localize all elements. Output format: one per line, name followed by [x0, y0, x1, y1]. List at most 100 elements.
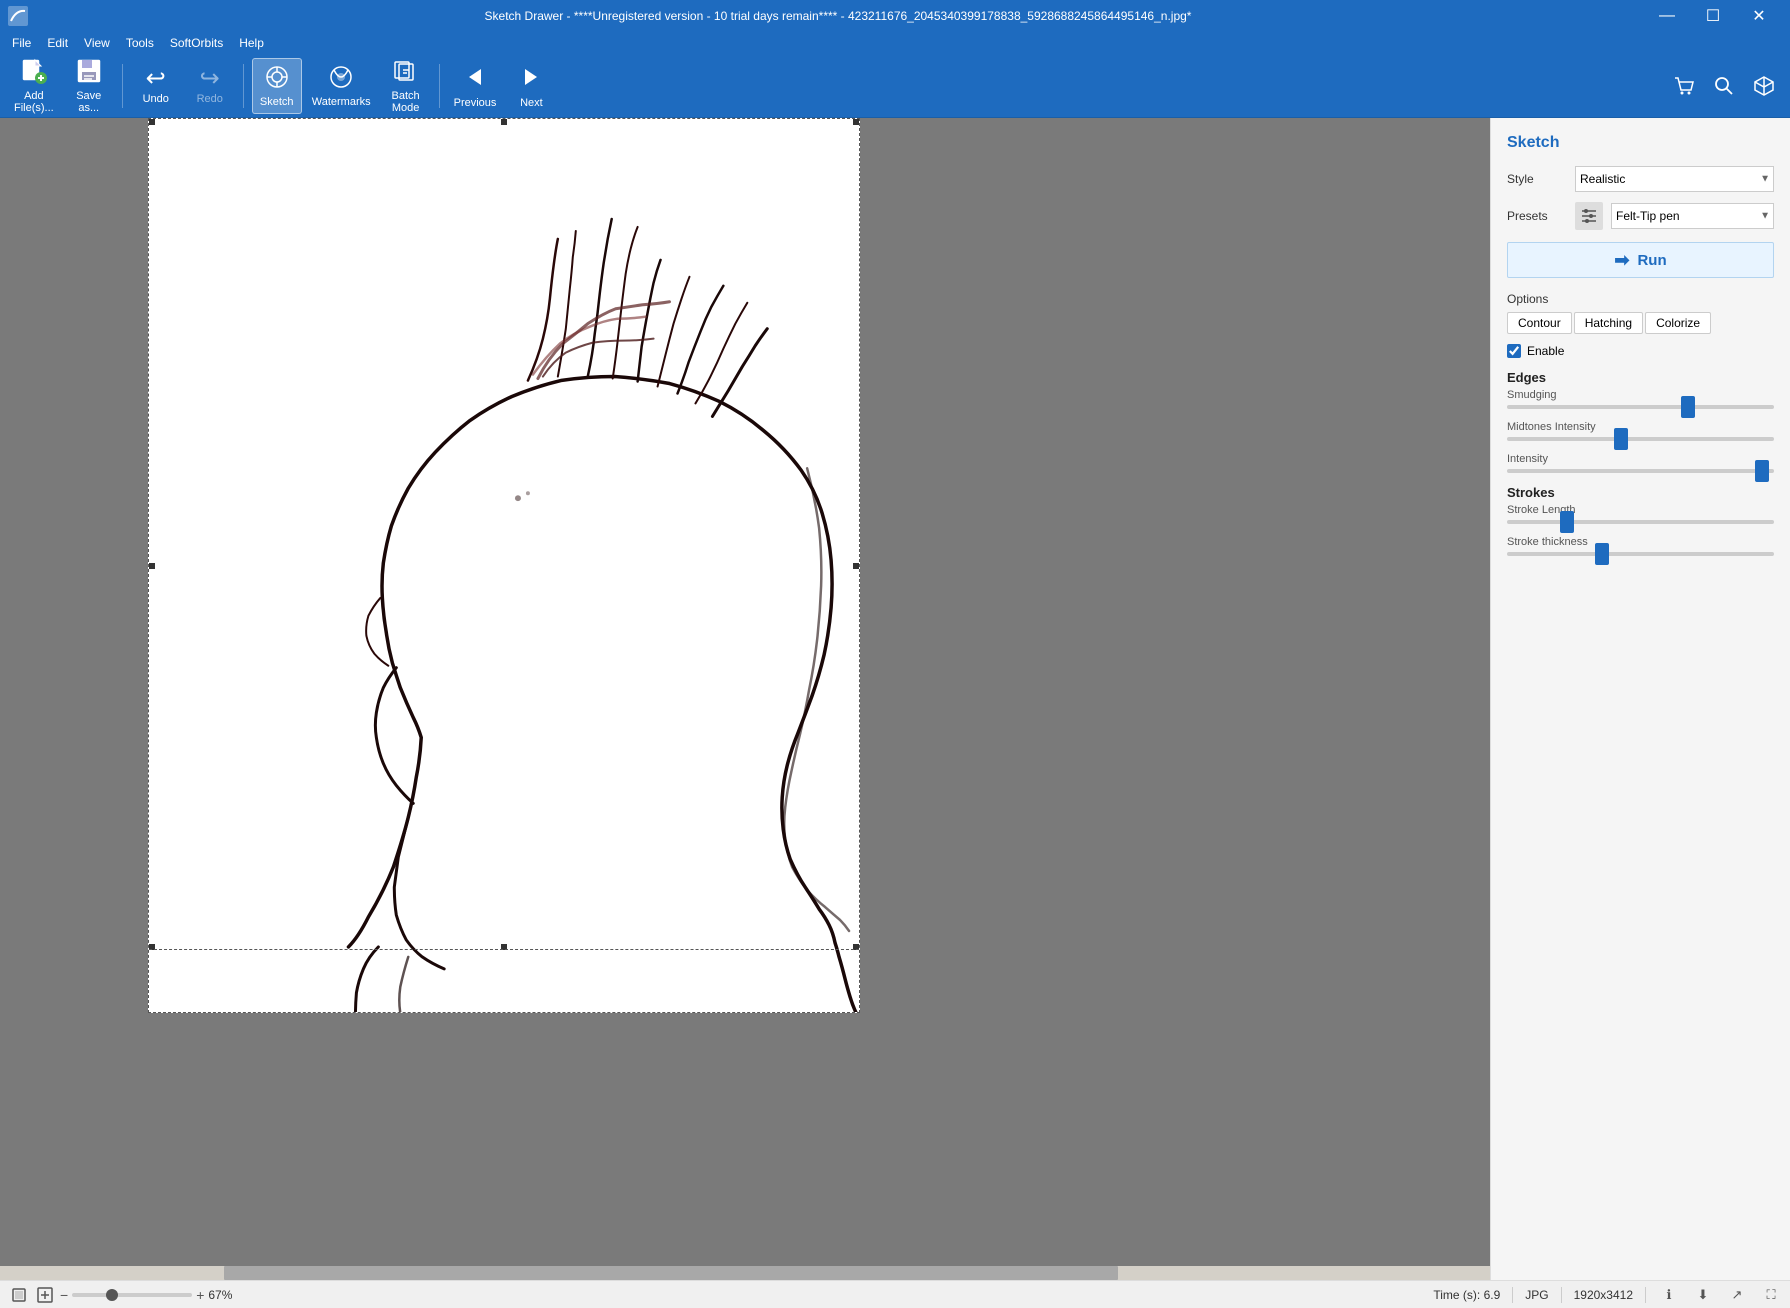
tab-colorize[interactable]: Colorize [1645, 312, 1711, 334]
save-as-label: Save as... [76, 90, 101, 114]
presets-select-wrapper: Felt-Tip pen ▼ [1611, 203, 1774, 229]
redo-button[interactable]: ↪ Redo [185, 58, 235, 114]
toolbar-right-icons [1666, 68, 1782, 104]
zoom-plus-button[interactable]: + [196, 1287, 204, 1303]
undo-button[interactable]: ↩ Undo [131, 58, 181, 114]
cart-icon-button[interactable] [1666, 68, 1702, 104]
style-label: Style [1507, 172, 1567, 186]
style-select[interactable]: Realistic [1575, 166, 1774, 192]
menu-file[interactable]: File [4, 34, 39, 52]
smudging-slider[interactable] [1507, 405, 1774, 409]
menu-help[interactable]: Help [231, 34, 272, 52]
handle-tc[interactable] [501, 119, 507, 125]
h-scroll-thumb[interactable] [224, 1266, 1118, 1280]
watermarks-button[interactable]: Watermarks [306, 58, 377, 114]
zoom-percentage: 67% [208, 1288, 232, 1302]
smudging-thumb[interactable] [1681, 396, 1695, 418]
intensity-slider[interactable] [1507, 469, 1774, 473]
stroke-length-thumb[interactable] [1560, 511, 1574, 533]
handle-ml[interactable] [149, 563, 155, 569]
share-icon-button[interactable]: ↗ [1726, 1284, 1748, 1306]
presets-adjust-icon[interactable] [1575, 202, 1603, 230]
actual-size-button[interactable] [34, 1284, 56, 1306]
fit-icon-button[interactable] [8, 1284, 30, 1306]
menu-tools[interactable]: Tools [118, 34, 162, 52]
menu-softorbits[interactable]: SoftOrbits [162, 34, 231, 52]
sketch-button[interactable]: Sketch [252, 58, 302, 114]
toolbar-separator-3 [439, 64, 440, 108]
selection-bottom-line [149, 949, 859, 950]
zoom-bar[interactable] [72, 1293, 192, 1297]
status-sep-2 [1561, 1287, 1562, 1303]
menubar: File Edit View Tools SoftOrbits Help [0, 32, 1790, 54]
3d-box-icon-button[interactable] [1746, 68, 1782, 104]
close-button[interactable]: ✕ [1736, 0, 1782, 32]
watermarks-label: Watermarks [312, 96, 371, 108]
previous-icon [461, 63, 489, 95]
stroke-thickness-slider-row: Stroke thickness [1507, 536, 1774, 556]
stroke-length-slider-row: Stroke Length [1507, 504, 1774, 524]
intensity-slider-row: Intensity [1507, 453, 1774, 473]
minimize-button[interactable]: — [1644, 0, 1690, 32]
zoom-slider-wrap: − + [60, 1287, 204, 1303]
save-icon [76, 58, 102, 88]
expand-icon-button[interactable]: ⛶ [1760, 1284, 1782, 1306]
run-arrow-icon: ➡ [1614, 250, 1629, 271]
redo-icon: ↪ [200, 67, 220, 91]
stroke-thickness-thumb[interactable] [1595, 543, 1609, 565]
enable-checkbox[interactable] [1507, 344, 1521, 358]
download-icon-button[interactable]: ⬇ [1692, 1284, 1714, 1306]
sketch-label: Sketch [260, 96, 294, 108]
tab-contour[interactable]: Contour [1507, 312, 1572, 334]
options-label: Options [1507, 292, 1774, 306]
info-icon-button[interactable]: ℹ [1658, 1284, 1680, 1306]
next-button[interactable]: Next [506, 58, 556, 114]
previous-label: Previous [454, 97, 497, 109]
status-sep-3 [1645, 1287, 1646, 1303]
add-file-button[interactable]: Add File(s)... [8, 58, 60, 114]
zoom-thumb[interactable] [106, 1289, 118, 1301]
search-icon-button[interactable] [1706, 68, 1742, 104]
toolbar-separator-1 [122, 64, 123, 108]
save-as-button[interactable]: Save as... [64, 58, 114, 114]
stroke-length-slider[interactable] [1507, 520, 1774, 524]
intensity-label: Intensity [1507, 453, 1774, 465]
add-file-label: Add File(s)... [14, 90, 54, 114]
intensity-thumb[interactable] [1755, 460, 1769, 482]
status-sep-1 [1512, 1287, 1513, 1303]
stroke-thickness-slider[interactable] [1507, 552, 1774, 556]
handle-tr[interactable] [853, 119, 859, 125]
handle-mr[interactable] [853, 563, 859, 569]
menu-edit[interactable]: Edit [39, 34, 76, 52]
midtones-slider-row: Midtones Intensity [1507, 421, 1774, 441]
edges-title: Edges [1507, 370, 1774, 385]
redo-label: Redo [197, 93, 223, 105]
resolution-label: 1920x3412 [1574, 1288, 1633, 1302]
tab-hatching[interactable]: Hatching [1574, 312, 1643, 334]
maximize-button[interactable]: ☐ [1690, 0, 1736, 32]
midtones-slider[interactable] [1507, 437, 1774, 441]
toolbar-separator-2 [243, 64, 244, 108]
canvas-area[interactable] [0, 118, 1490, 1280]
batch-mode-button[interactable]: Batch Mode [381, 58, 431, 114]
run-button[interactable]: ➡ Run [1507, 242, 1774, 278]
midtones-thumb[interactable] [1614, 428, 1628, 450]
stroke-thickness-label: Stroke thickness [1507, 536, 1774, 548]
zoom-minus-button[interactable]: − [60, 1287, 68, 1303]
menu-view[interactable]: View [76, 34, 118, 52]
sketch-canvas [148, 118, 860, 1013]
stroke-length-label: Stroke Length [1507, 504, 1774, 516]
statusbar: − + 67% Time (s): 6.9 JPG 1920x3412 ℹ ⬇ … [0, 1280, 1790, 1308]
options-tabs: Contour Hatching Colorize [1507, 312, 1774, 334]
sketch-drawing [149, 119, 859, 1012]
previous-button[interactable]: Previous [448, 58, 503, 114]
presets-select[interactable]: Felt-Tip pen [1611, 203, 1774, 229]
enable-row: Enable [1507, 344, 1774, 358]
statusbar-right: Time (s): 6.9 JPG 1920x3412 ℹ ⬇ ↗ ⛶ [1433, 1284, 1782, 1306]
time-label: Time (s): 6.9 [1433, 1288, 1500, 1302]
toolbar: Add File(s)... Save as... ↩ Undo ↪ Redo [0, 54, 1790, 118]
h-scrollbar[interactable] [0, 1266, 1490, 1280]
batch-icon [393, 58, 419, 88]
handle-tl[interactable] [149, 119, 155, 125]
right-panel: Sketch Style Realistic ▼ Presets [1490, 118, 1790, 1280]
